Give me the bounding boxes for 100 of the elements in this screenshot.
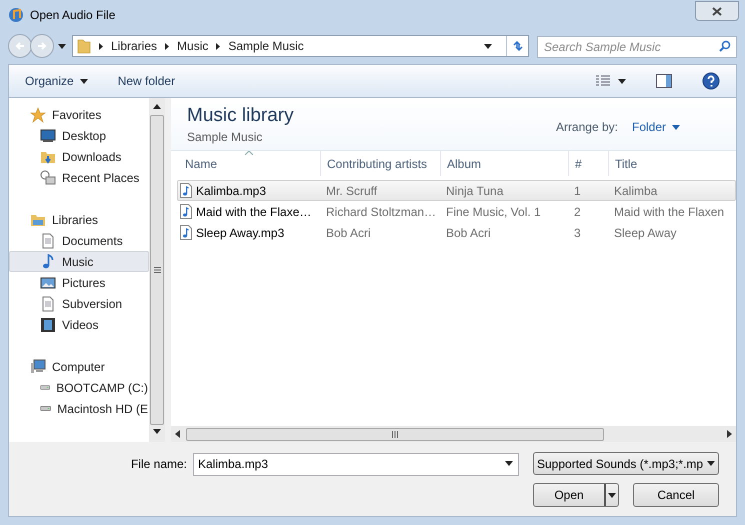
- file-row[interactable]: Maid with the Flaxe… Richard Stoltzman… Fine Music, Vol. 1 2 Maid with the Flaxen: [177, 201, 736, 222]
- caret-icon: [672, 124, 680, 130]
- nav-item[interactable]: Desktop: [9, 125, 149, 146]
- address-bar[interactable]: Libraries Music Sample Music: [72, 35, 529, 57]
- monitor-icon: [40, 128, 56, 144]
- caret-icon: [505, 461, 513, 466]
- scroll-down-icon: [153, 429, 161, 434]
- view-list-icon[interactable]: [596, 75, 610, 87]
- table-cell-text: Bob Acri: [326, 224, 371, 242]
- nav-item[interactable]: Documents: [9, 230, 149, 251]
- open-button[interactable]: Open: [533, 483, 619, 507]
- table-cell-text: Maid with the Flaxe…: [196, 204, 312, 220]
- nav-item[interactable]: Macintosh HD (E: [9, 398, 149, 419]
- sort-ascending-icon: [245, 151, 253, 155]
- caret-icon: [80, 78, 88, 84]
- file-row[interactable]: Kalimba.mp3 Mr. Scruff Ninja Tuna 1 Kalimba: [177, 180, 736, 201]
- grip-icon: [392, 430, 398, 438]
- file-row[interactable]: Sleep Away.mp3 Bob Acri Bob Acri 3 Sleep Away: [177, 222, 736, 243]
- column-header[interactable]: Name: [179, 151, 321, 176]
- column-header[interactable]: Album: [441, 151, 569, 176]
- audio-file-icon: [180, 225, 192, 240]
- table-cell-text: 1: [574, 182, 581, 200]
- horizontal-scrollbar[interactable]: [171, 426, 736, 442]
- breadcrumb[interactable]: Libraries: [111, 37, 158, 55]
- table-cell-text: Ninja Tuna: [446, 182, 504, 200]
- close-icon: [712, 6, 722, 16]
- file-type-dropdown[interactable]: Supported Sounds (*.mp3;*.mp: [533, 452, 719, 475]
- nav-item[interactable]: Downloads: [9, 146, 149, 167]
- chevron-icon: [216, 42, 220, 50]
- nav-item[interactable]: Music: [9, 251, 149, 272]
- view-caret-icon: [618, 78, 626, 84]
- table-cell-text: 2: [574, 204, 581, 220]
- nav-item[interactable]: Computer: [9, 356, 149, 377]
- arrange-label: Arrange by:: [556, 119, 618, 136]
- nav-item[interactable]: Recent Places: [9, 167, 149, 188]
- search-icon: [719, 40, 731, 52]
- nav-item[interactable]: Videos: [9, 314, 149, 335]
- back-button[interactable]: [8, 34, 32, 58]
- table-cell-text: Sleep Away.mp3: [196, 224, 284, 242]
- library-title: Music library: [187, 104, 294, 128]
- scroll-thumb[interactable]: [186, 428, 604, 440]
- document-icon: [40, 296, 56, 312]
- picture-icon: [40, 274, 56, 290]
- caret-icon: [707, 461, 715, 466]
- chevron-icon: [99, 42, 103, 50]
- organize-button[interactable]: Organize: [25, 72, 88, 90]
- column-header[interactable]: Title: [609, 151, 736, 176]
- forward-arrow-icon: [37, 41, 47, 51]
- search-field[interactable]: Search Sample Music: [537, 36, 737, 58]
- close-button[interactable]: [695, 1, 739, 21]
- library-subtitle: Sample Music: [187, 129, 264, 146]
- nav-item[interactable]: Libraries: [9, 209, 149, 230]
- table-cell-text: 3: [574, 224, 581, 242]
- table-cell-text: Richard Stoltzman…: [326, 204, 436, 220]
- scroll-thumb[interactable]: [150, 115, 164, 425]
- address-caret-icon: [484, 44, 492, 48]
- window-title: Open Audio File: [30, 7, 116, 24]
- scroll-left-icon: [175, 430, 180, 438]
- back-arrow-icon: [15, 41, 25, 51]
- table-cell-text: Kalimba.mp3: [196, 182, 266, 200]
- film-icon: [40, 316, 56, 332]
- file-name-label: File name:: [130, 456, 187, 472]
- cancel-button[interactable]: Cancel: [633, 483, 719, 507]
- caret-icon: [608, 492, 616, 498]
- table-cell-text: Sleep Away: [614, 224, 676, 242]
- table-cell-text: Mr. Scruff: [326, 182, 378, 200]
- table-cell-text: Maid with the Flaxen: [614, 204, 724, 220]
- vertical-scrollbar[interactable]: [149, 98, 165, 442]
- nav-item[interactable]: Favorites: [9, 104, 149, 125]
- breadcrumb[interactable]: Sample Music: [228, 37, 304, 55]
- nav-item[interactable]: Pictures: [9, 272, 149, 293]
- star-icon: [30, 106, 46, 122]
- grip-icon: [154, 267, 160, 273]
- help-icon[interactable]: [702, 72, 720, 90]
- history-caret-icon: [58, 44, 66, 48]
- new-folder-button[interactable]: New folder: [118, 72, 176, 90]
- table-cell-text: Kalimba: [614, 182, 658, 200]
- document-icon: [40, 232, 56, 248]
- refresh-icon: [512, 40, 524, 52]
- table-cell-text: Bob Acri: [446, 224, 491, 242]
- table-cell-text: Fine Music, Vol. 1: [446, 204, 541, 220]
- app-icon: [8, 7, 24, 23]
- drive-icon: [40, 405, 52, 412]
- nav-item[interactable]: Subversion: [9, 293, 149, 314]
- scroll-right-icon: [727, 430, 732, 438]
- column-header[interactable]: Contributing artists: [321, 151, 441, 176]
- folder-icon: [77, 38, 91, 54]
- column-header[interactable]: #: [569, 151, 609, 176]
- audio-file-icon: [180, 204, 192, 219]
- arrange-dropdown[interactable]: Folder: [632, 118, 680, 136]
- breadcrumb[interactable]: Music: [177, 37, 208, 55]
- music-note-icon: [40, 254, 56, 270]
- nav-item[interactable]: BOOTCAMP (C:): [9, 377, 149, 398]
- file-name-field[interactable]: Kalimba.mp3: [193, 452, 519, 476]
- drive-icon: [40, 384, 50, 391]
- audio-file-icon: [180, 183, 192, 198]
- preview-pane-icon[interactable]: [656, 74, 672, 88]
- forward-button[interactable]: [30, 34, 54, 58]
- scroll-up-icon: [153, 104, 161, 109]
- chevron-icon: [165, 42, 170, 50]
